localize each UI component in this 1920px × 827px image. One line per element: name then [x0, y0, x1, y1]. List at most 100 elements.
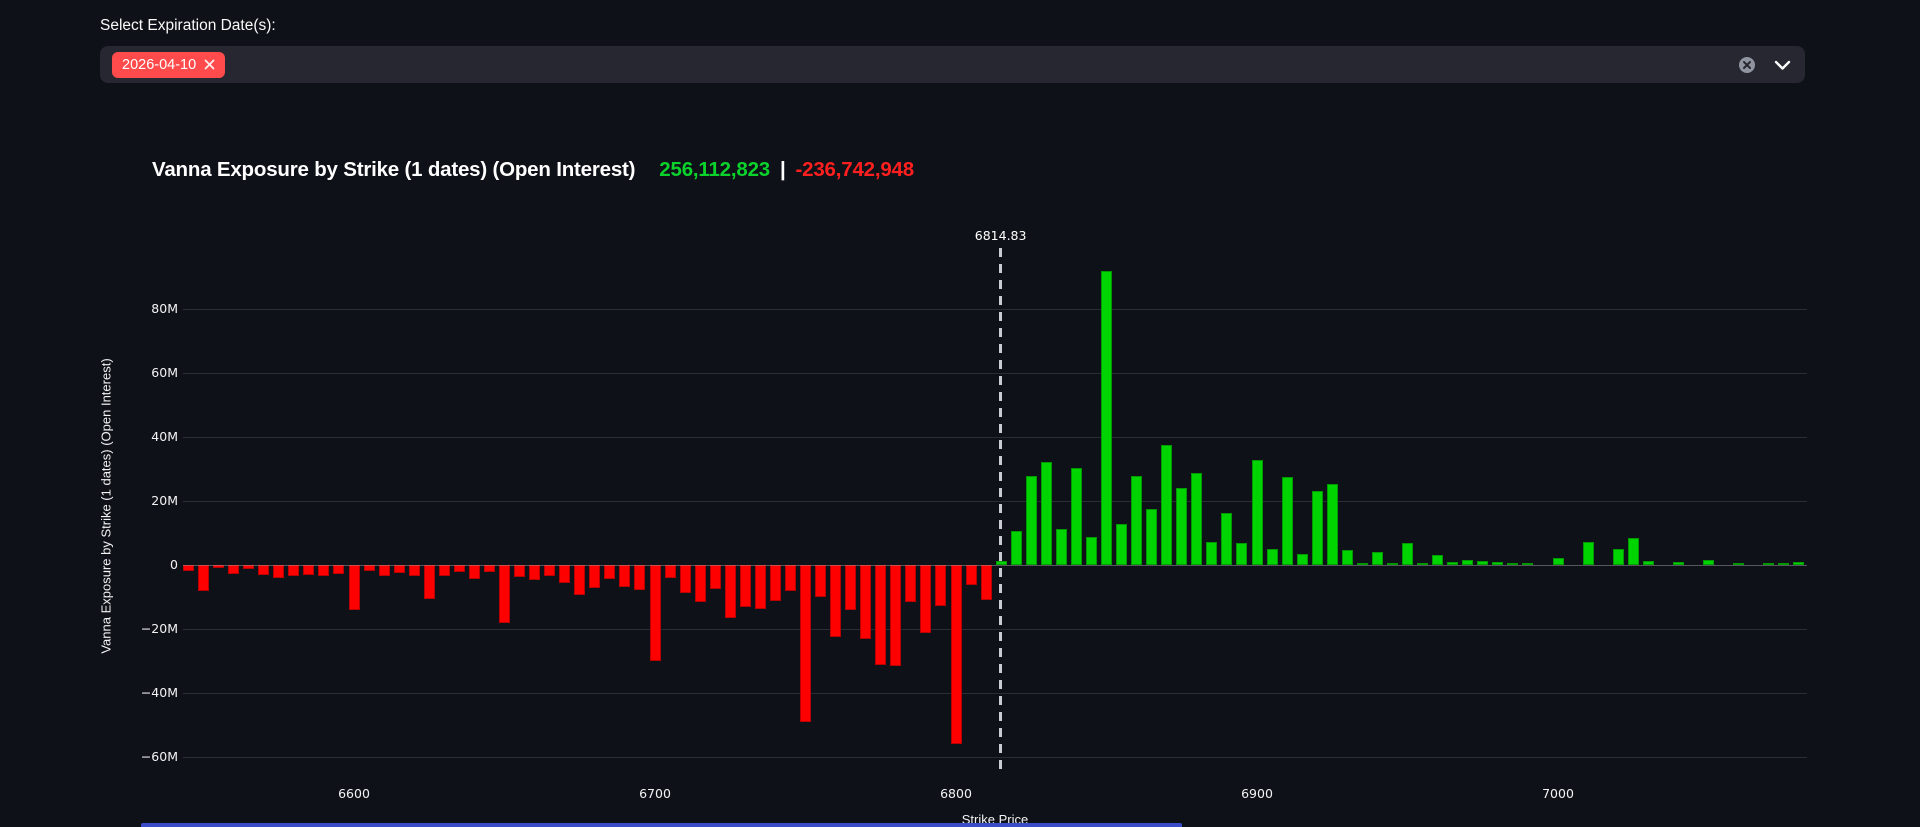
- vanna-bar: [424, 565, 435, 599]
- y-tick-label: −20M: [100, 621, 178, 636]
- zero-line: [183, 565, 1807, 566]
- vanna-bar: [845, 565, 856, 610]
- y-tick-label: 20M: [100, 493, 178, 508]
- x-tick-label: 6800: [940, 786, 972, 801]
- vanna-bar: [1056, 529, 1067, 565]
- vanna-bar: [333, 565, 344, 574]
- vanna-bar: [650, 565, 661, 661]
- vanna-bar: [1267, 549, 1278, 565]
- vanna-bar: [785, 565, 796, 591]
- vanna-bar: [800, 565, 811, 722]
- vanna-bar: [951, 565, 962, 744]
- vanna-bar: [1071, 468, 1082, 565]
- y-tick-label: −40M: [100, 685, 178, 700]
- x-tick-label: 7000: [1542, 786, 1574, 801]
- vanna-bar: [1161, 445, 1172, 565]
- vanna-bar: [1342, 550, 1353, 565]
- vanna-bar: [1583, 542, 1594, 565]
- grid-line: [183, 757, 1807, 758]
- vanna-bar: [935, 565, 946, 606]
- vanna-bar: [198, 565, 209, 591]
- vanna-bar: [815, 565, 826, 597]
- y-tick-label: −60M: [100, 749, 178, 764]
- vanna-bar: [228, 565, 239, 574]
- y-tick-label: 80M: [100, 301, 178, 316]
- grid-line: [183, 629, 1807, 630]
- vanna-bar: [394, 565, 405, 573]
- vanna-bar: [288, 565, 299, 576]
- vanna-bar: [303, 565, 314, 575]
- vanna-bar: [725, 565, 736, 618]
- vanna-bar: [1553, 558, 1564, 565]
- vanna-bar: [1297, 554, 1308, 565]
- vanna-bar: [1252, 460, 1263, 565]
- vanna-bar: [1282, 477, 1293, 565]
- vanna-bar: [770, 565, 781, 601]
- y-tick-label: 40M: [100, 429, 178, 444]
- x-tick-label: 6700: [639, 786, 671, 801]
- bottom-widget-edge[interactable]: [141, 823, 1182, 827]
- y-tick-label: 0: [100, 557, 178, 572]
- vanna-bar: [619, 565, 630, 587]
- vanna-bar: [559, 565, 570, 583]
- vanna-bar: [409, 565, 420, 576]
- vanna-exposure-chart: Vanna Exposure by Strike (1 dates) (Open…: [0, 0, 1920, 827]
- vanna-bar: [1613, 549, 1624, 565]
- vanna-bar: [1026, 476, 1037, 565]
- vanna-bar: [830, 565, 841, 637]
- vanna-bar: [695, 565, 706, 602]
- vanna-bar: [710, 565, 721, 589]
- vanna-bar: [574, 565, 585, 595]
- vanna-bar: [1236, 543, 1247, 565]
- grid-line: [183, 437, 1807, 438]
- x-tick-label: 6900: [1241, 786, 1273, 801]
- vanna-bar: [379, 565, 390, 576]
- vanna-bar: [981, 565, 992, 600]
- vanna-bar: [1101, 271, 1112, 565]
- grid-line: [183, 373, 1807, 374]
- vanna-bar: [1131, 476, 1142, 565]
- vanna-bar: [529, 565, 540, 580]
- vanna-bar: [1041, 462, 1052, 565]
- grid-line: [183, 309, 1807, 310]
- vanna-bar: [1011, 531, 1022, 565]
- vanna-bar: [920, 565, 931, 633]
- vanna-bar: [755, 565, 766, 609]
- vanna-bar: [1176, 488, 1187, 565]
- spot-flip-line: [999, 248, 1002, 776]
- vanna-bar: [665, 565, 676, 578]
- vanna-bar: [860, 565, 871, 639]
- x-tick-label: 6600: [338, 786, 370, 801]
- vanna-bar: [514, 565, 525, 577]
- vanna-bar: [454, 565, 465, 572]
- vanna-bar: [273, 565, 284, 578]
- vanna-bar: [469, 565, 480, 579]
- vanna-bar: [1628, 538, 1639, 565]
- vanna-bar: [349, 565, 360, 610]
- vanna-bar: [1206, 542, 1217, 565]
- vanna-bar: [1432, 555, 1443, 565]
- vanna-bar: [1191, 473, 1202, 565]
- vanna-bar: [634, 565, 645, 590]
- vanna-bar: [439, 565, 450, 576]
- vanna-bar: [544, 565, 555, 576]
- vanna-bar: [966, 565, 977, 585]
- grid-line: [183, 501, 1807, 502]
- vanna-bar: [318, 565, 329, 576]
- vanna-bar: [1086, 537, 1097, 565]
- y-tick-label: 60M: [100, 365, 178, 380]
- vanna-bar: [1312, 491, 1323, 565]
- vanna-bar: [1327, 484, 1338, 565]
- vanna-bar: [258, 565, 269, 575]
- vanna-bar: [740, 565, 751, 607]
- vanna-bar: [1402, 543, 1413, 565]
- grid-line: [183, 693, 1807, 694]
- vanna-bar: [1146, 509, 1157, 565]
- vanna-bar: [905, 565, 916, 602]
- spot-price-label: 6814.83: [975, 228, 1027, 243]
- vanna-bar: [589, 565, 600, 588]
- vanna-bar: [875, 565, 886, 665]
- vanna-bar: [499, 565, 510, 623]
- vanna-bar: [1116, 524, 1127, 565]
- vanna-bar: [1221, 513, 1232, 565]
